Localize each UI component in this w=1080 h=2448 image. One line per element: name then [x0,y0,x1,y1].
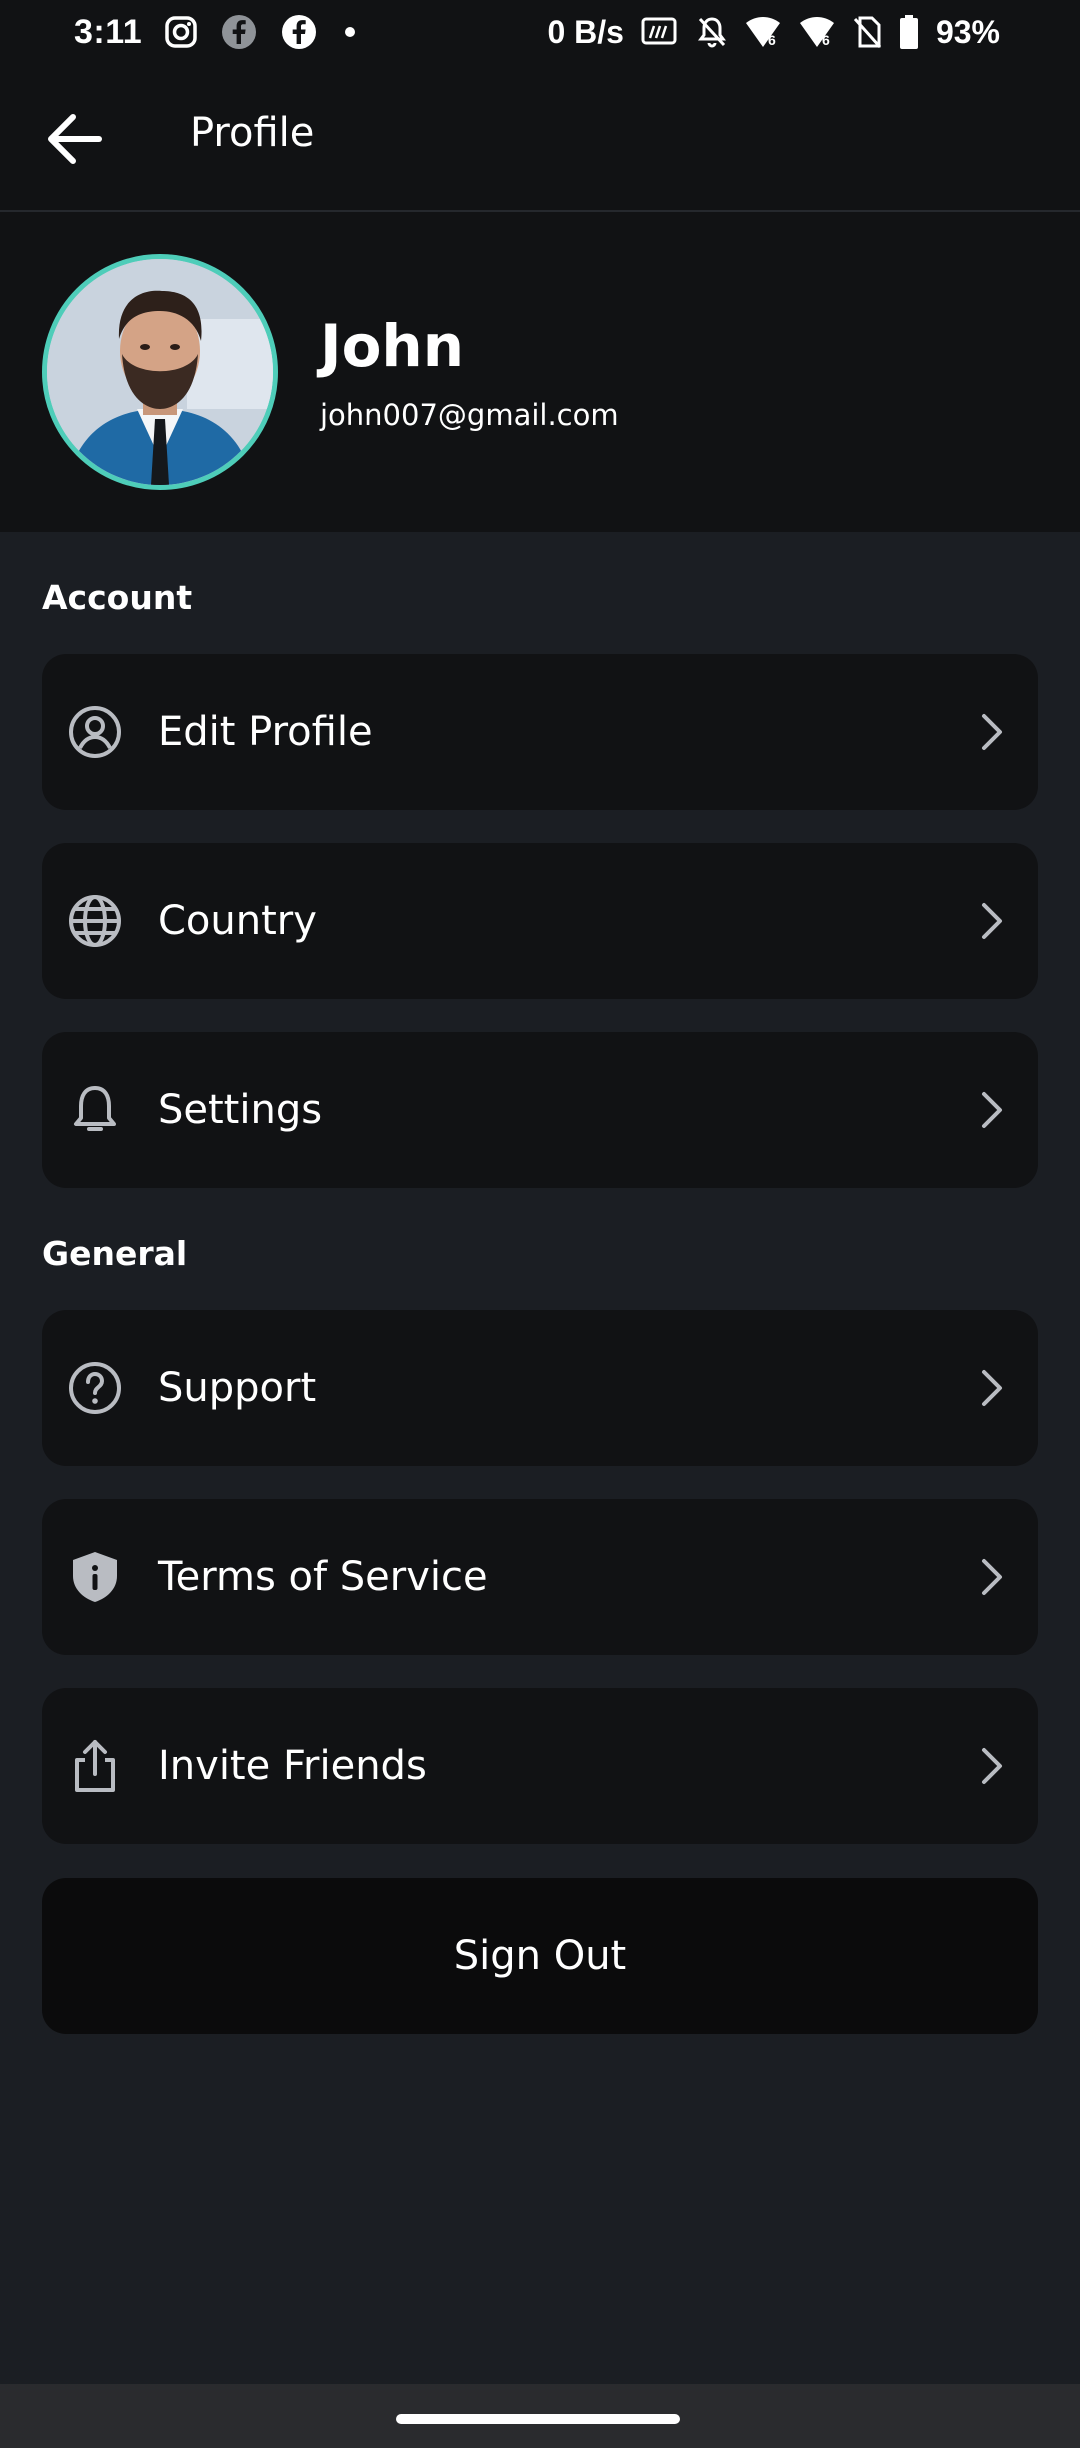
battery-icon [898,14,920,50]
wifi-icon: 6 [744,15,782,49]
status-left: 3:11 [74,0,360,64]
section-title-general: General [42,1234,188,1273]
menu-label: Invite Friends [158,1743,427,1789]
network-speed: 0 B/s [547,13,624,50]
chevron-right-icon [972,897,1012,945]
facebook-icon [220,13,258,51]
home-indicator[interactable] [396,2414,680,2424]
section-title-account: Account [42,578,193,617]
menu-label: Edit Profile [158,709,373,755]
instagram-icon [164,15,198,49]
bell-off-icon [696,15,728,49]
user-circle-icon [66,703,124,761]
profile-name: John [320,312,465,380]
globe-icon [66,892,124,950]
facebook-icon [280,13,318,51]
menu-item-invite-friends[interactable]: Invite Friends [42,1688,1038,1844]
svg-text:6: 6 [822,32,830,48]
avatar[interactable] [42,254,278,490]
sign-out-label: Sign Out [453,1933,627,1979]
status-bar: 3:11 0 B/s 6 6 93% [0,0,1080,64]
share-icon [66,1737,124,1795]
wifi-icon: 6 [798,15,836,49]
menu-item-edit-profile[interactable]: Edit Profile [42,654,1038,810]
bell-icon [66,1081,124,1139]
shield-info-icon [66,1548,124,1606]
menu-label: Country [158,898,317,944]
menu-label: Support [158,1365,317,1411]
status-time: 3:11 [74,12,143,51]
profile-screen: 3:11 0 B/s 6 6 93% Profile John john007@… [0,0,1080,2448]
battery-percent: 93% [935,13,1000,50]
chevron-right-icon [972,708,1012,756]
menu-item-terms[interactable]: Terms of Service [42,1499,1038,1655]
arrow-left-icon [48,114,102,164]
profile-card: John john007@gmail.com [0,212,1080,532]
hz-icon [640,16,680,48]
status-right: 0 B/s 6 6 93% [547,0,1000,64]
menu-label: Settings [158,1087,323,1133]
menu-item-country[interactable]: Country [42,843,1038,999]
profile-email: john007@gmail.com [320,398,619,432]
menu-item-settings[interactable]: Settings [42,1032,1038,1188]
chevron-right-icon [972,1086,1012,1134]
chevron-right-icon [972,1553,1012,1601]
chevron-right-icon [972,1742,1012,1790]
back-button[interactable] [40,104,110,174]
help-circle-icon [66,1359,124,1417]
chevron-right-icon [972,1364,1012,1412]
page-title: Profile [190,110,315,156]
dot-icon [340,22,360,42]
no-sim-icon [852,15,882,49]
svg-text:6: 6 [768,32,776,48]
app-header: Profile [0,64,1080,212]
menu-label: Terms of Service [158,1554,488,1600]
sign-out-button[interactable]: Sign Out [42,1878,1038,2034]
menu-item-support[interactable]: Support [42,1310,1038,1466]
